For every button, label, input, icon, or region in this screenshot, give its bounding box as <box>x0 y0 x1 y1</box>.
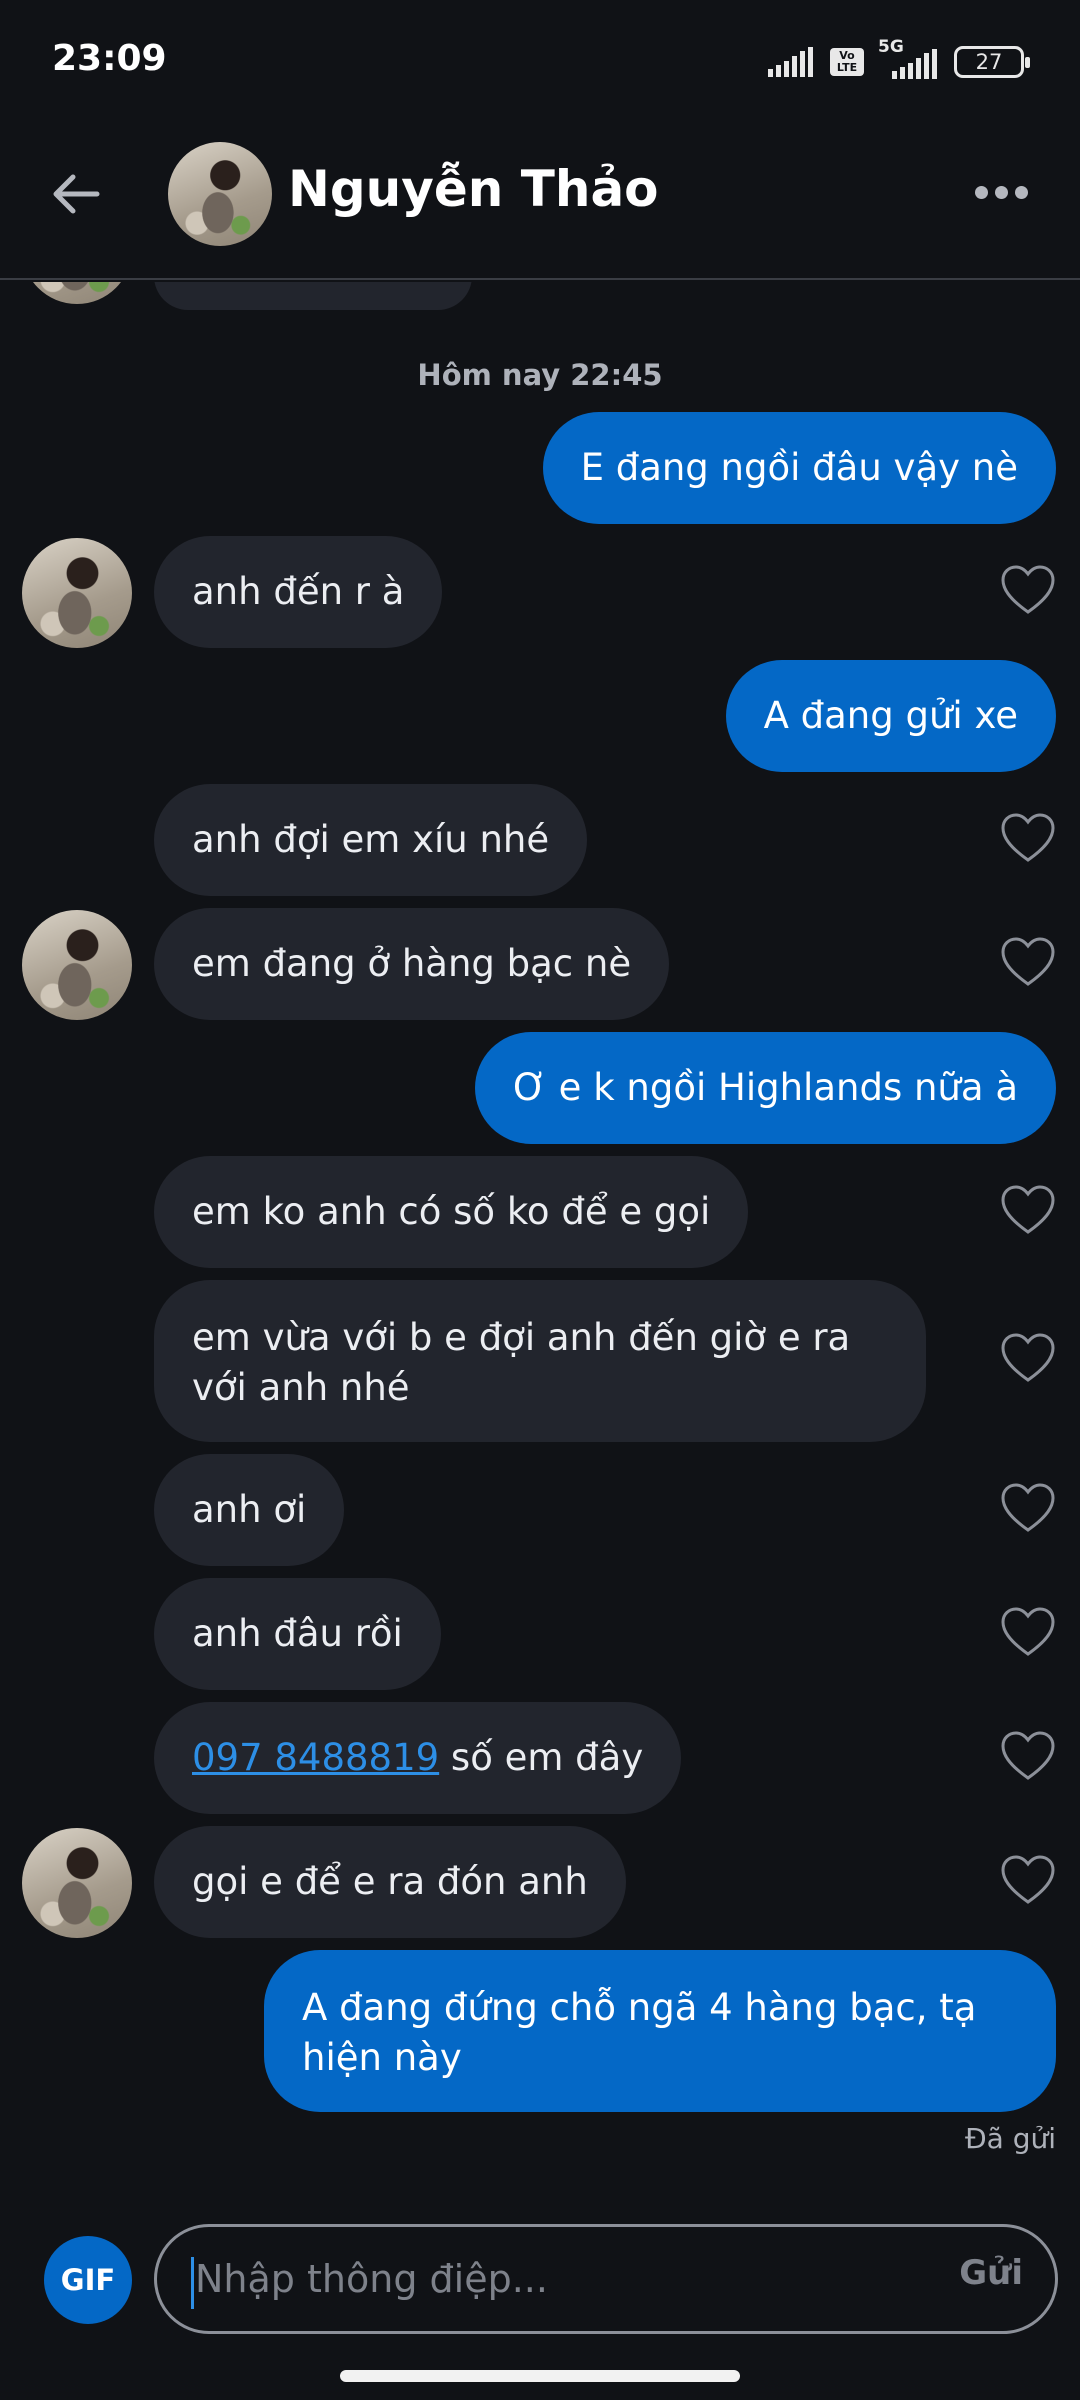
send-button[interactable]: Gửi <box>959 2253 1023 2293</box>
message-bubble-partial[interactable] <box>154 282 472 310</box>
message-bubble-incoming[interactable]: anh đến r à <box>154 536 443 648</box>
heart-icon[interactable] <box>1000 1730 1056 1782</box>
signal-icon <box>768 47 813 77</box>
message-text: số em đây <box>439 1736 644 1779</box>
more-options-icon[interactable] <box>966 172 1036 212</box>
heart-icon[interactable] <box>1000 1606 1056 1658</box>
message-text: Ơ e k ngồi Highlands nữa à <box>513 1066 1018 1109</box>
contact-avatar[interactable] <box>168 142 272 246</box>
battery-icon: 27 <box>954 46 1030 78</box>
message-bubble-incoming[interactable]: em ko anh có số ko để e gọi <box>154 1156 749 1268</box>
back-button[interactable] <box>46 164 106 224</box>
message-text: anh ơi <box>192 1488 307 1531</box>
message-text: A đang gửi xe <box>763 694 1018 737</box>
date-separator: Hôm nay 22:45 <box>417 358 663 392</box>
message-bubble-incoming[interactable]: 097 8488819 số em đây <box>154 1702 682 1814</box>
message-bubble-outgoing[interactable]: E đang ngồi đâu vậy nè <box>542 412 1056 524</box>
message-text: anh đến r à <box>192 570 405 613</box>
chat-screen: 23:09 Vo LTE 5G 27 Nguyễn Thảo Hôm nay 2… <box>0 0 1080 2400</box>
status-bar: 23:09 Vo LTE 5G 27 <box>0 0 1080 120</box>
dot-icon <box>1014 185 1028 199</box>
dot-icon <box>994 185 1008 199</box>
heart-icon[interactable] <box>1000 1184 1056 1236</box>
dot-icon <box>974 185 988 199</box>
heart-icon[interactable] <box>1000 1332 1056 1384</box>
sent-status: Đã gửi <box>964 2122 1056 2155</box>
message-text: em ko anh có số ko để e gọi <box>192 1190 711 1233</box>
volte-icon: Vo LTE <box>830 48 864 76</box>
heart-icon[interactable] <box>1000 1854 1056 1906</box>
gif-button[interactable]: GIF <box>44 2236 132 2324</box>
contact-name[interactable]: Nguyễn Thảo <box>288 160 659 218</box>
message-avatar[interactable] <box>22 538 132 648</box>
phone-number-link[interactable]: 097 8488819 <box>192 1733 439 1783</box>
message-bubble-outgoing[interactable]: A đang gửi xe <box>725 660 1056 772</box>
chat-header: Nguyễn Thảo <box>0 120 1080 280</box>
message-input[interactable] <box>195 2227 875 2331</box>
arrow-left-icon <box>53 174 100 214</box>
message-bubble-incoming[interactable]: gọi e để e ra đón anh <box>154 1826 626 1938</box>
message-bubble-incoming[interactable]: anh đâu rồi <box>154 1578 441 1690</box>
heart-icon[interactable] <box>1000 936 1056 988</box>
message-bubble-incoming[interactable]: em vừa với b e đợi anh đến giờ e ra với … <box>154 1280 926 1442</box>
message-bubble-incoming[interactable]: anh đợi em xíu nhé <box>154 784 588 896</box>
message-avatar[interactable] <box>22 910 132 1020</box>
message-text: anh đâu rồi <box>192 1612 403 1655</box>
message-bubble-incoming[interactable]: anh ơi <box>154 1454 345 1566</box>
message-composer: GIF Gửi <box>0 2200 1080 2360</box>
message-bubble-outgoing[interactable]: A đang đứng chỗ ngã 4 hàng bạc, tạ hiện … <box>264 1950 1056 2112</box>
message-list[interactable]: Hôm nay 22:45 E đang ngồi đâu vậy nè anh… <box>0 282 1080 2182</box>
message-text: anh đợi em xíu nhé <box>192 818 550 861</box>
message-input-wrapper[interactable]: Gửi <box>154 2224 1058 2334</box>
message-bubble-incoming[interactable]: em đang ở hàng bạc nè <box>154 908 670 1020</box>
message-text: em đang ở hàng bạc nè <box>192 942 632 985</box>
battery-level: 27 <box>975 50 1003 74</box>
message-text: gọi e để e ra đón anh <box>192 1860 588 1903</box>
text-cursor <box>191 2257 194 2309</box>
signal-5g-icon: 5G <box>878 37 940 79</box>
message-avatar[interactable] <box>22 282 132 304</box>
message-text: em vừa với b e đợi anh đến giờ e ra với … <box>192 1316 851 1409</box>
message-text: E đang ngồi đâu vậy nè <box>580 446 1018 489</box>
status-time: 23:09 <box>52 38 167 79</box>
home-indicator[interactable] <box>340 2370 740 2382</box>
heart-icon[interactable] <box>1000 1482 1056 1534</box>
message-bubble-outgoing[interactable]: Ơ e k ngồi Highlands nữa à <box>475 1032 1056 1144</box>
status-icons: Vo LTE 5G 27 <box>768 37 1030 84</box>
heart-icon[interactable] <box>1000 812 1056 864</box>
message-avatar[interactable] <box>22 1828 132 1938</box>
message-text: A đang đứng chỗ ngã 4 hàng bạc, tạ hiện … <box>302 1986 977 2079</box>
heart-icon[interactable] <box>1000 564 1056 616</box>
